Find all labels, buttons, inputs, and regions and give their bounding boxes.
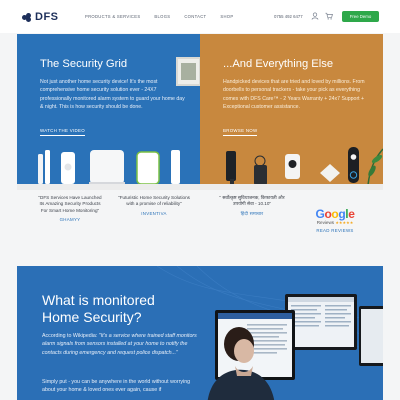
wall-picture-frame bbox=[176, 57, 200, 86]
everything-else-panel: ...And Everything Else Handpicked device… bbox=[200, 34, 383, 190]
nav-shop[interactable]: SHOP bbox=[220, 14, 233, 19]
browse-now-link[interactable]: BROWSE NOW bbox=[223, 128, 258, 136]
nav-blogs[interactable]: BLOGS bbox=[154, 14, 170, 19]
security-grid-title: The Security Grid bbox=[40, 58, 128, 70]
phone-number[interactable]: 0755 492 6477 bbox=[274, 14, 303, 19]
testimonial-source-ghamyy[interactable]: GHAMYY bbox=[37, 217, 103, 222]
logo-text: DFS bbox=[35, 11, 59, 23]
everything-else-description: Handpicked devices that are tried and lo… bbox=[223, 79, 365, 110]
free-demo-button[interactable]: Free Demo bbox=[342, 11, 379, 22]
monitored-explanation: Simply put - you can be anywhere in the … bbox=[42, 379, 191, 394]
google-logo: Google bbox=[315, 207, 355, 221]
nav-products-services[interactable]: PRODUCTS & SERVICES bbox=[85, 14, 140, 19]
logo-mark-icon bbox=[22, 12, 32, 22]
google-reviews-label: Reviews ★★★★★ bbox=[316, 220, 354, 225]
security-devices-image bbox=[17, 150, 200, 190]
user-icon[interactable] bbox=[311, 12, 319, 20]
testimonial-inventiva: "Futuristic Home Security Solutions with… bbox=[118, 195, 190, 245]
everything-else-title: ...And Everything Else bbox=[223, 58, 334, 70]
testimonial-hindi: " सर्वोत्कृष्ट सुविधाजनक, किफायती और उपय… bbox=[214, 195, 290, 245]
testimonial-quote: "DFS Services Have Launched Its Amazing … bbox=[38, 195, 102, 213]
testimonial-source-inventiva[interactable]: INVENTIVA bbox=[118, 211, 190, 216]
monitoring-operator-image bbox=[207, 294, 383, 400]
security-grid-description: Not just another home security device! I… bbox=[40, 79, 185, 110]
monitored-security-section: What is monitored Home Security? Accordi… bbox=[17, 266, 383, 400]
testimonial-ghamyy: "DFS Services Have Launched Its Amazing … bbox=[37, 195, 103, 245]
testimonial-quote: " सर्वोत्कृष्ट सुविधाजनक, किफायती और उपय… bbox=[219, 195, 285, 207]
dfs-logo[interactable]: DFS bbox=[22, 11, 59, 23]
read-reviews-link[interactable]: READ REVIEWS bbox=[305, 228, 365, 233]
smart-devices-image bbox=[200, 147, 383, 190]
google-reviews: Google Reviews ★★★★★ READ REVIEWS bbox=[305, 207, 365, 257]
watch-video-link[interactable]: WATCH THE VIDEO bbox=[40, 128, 85, 136]
security-grid-panel: The Security Grid Not just another home … bbox=[17, 34, 200, 190]
cart-icon[interactable] bbox=[325, 12, 333, 20]
nav-contact[interactable]: CONTACT bbox=[184, 14, 206, 19]
site-header: DFS PRODUCTS & SERVICES BLOGS CONTACT SH… bbox=[0, 0, 400, 33]
testimonial-quote: "Futuristic Home Security Solutions with… bbox=[118, 195, 190, 207]
main-nav: PRODUCTS & SERVICES BLOGS CONTACT SHOP bbox=[85, 14, 247, 19]
wikipedia-definition: According to Wikipedia: "It's a service … bbox=[42, 333, 197, 356]
testimonial-source-hindi[interactable]: हिंदी समाचार bbox=[214, 211, 290, 217]
star-rating-icon: ★★★★★ bbox=[335, 220, 354, 225]
